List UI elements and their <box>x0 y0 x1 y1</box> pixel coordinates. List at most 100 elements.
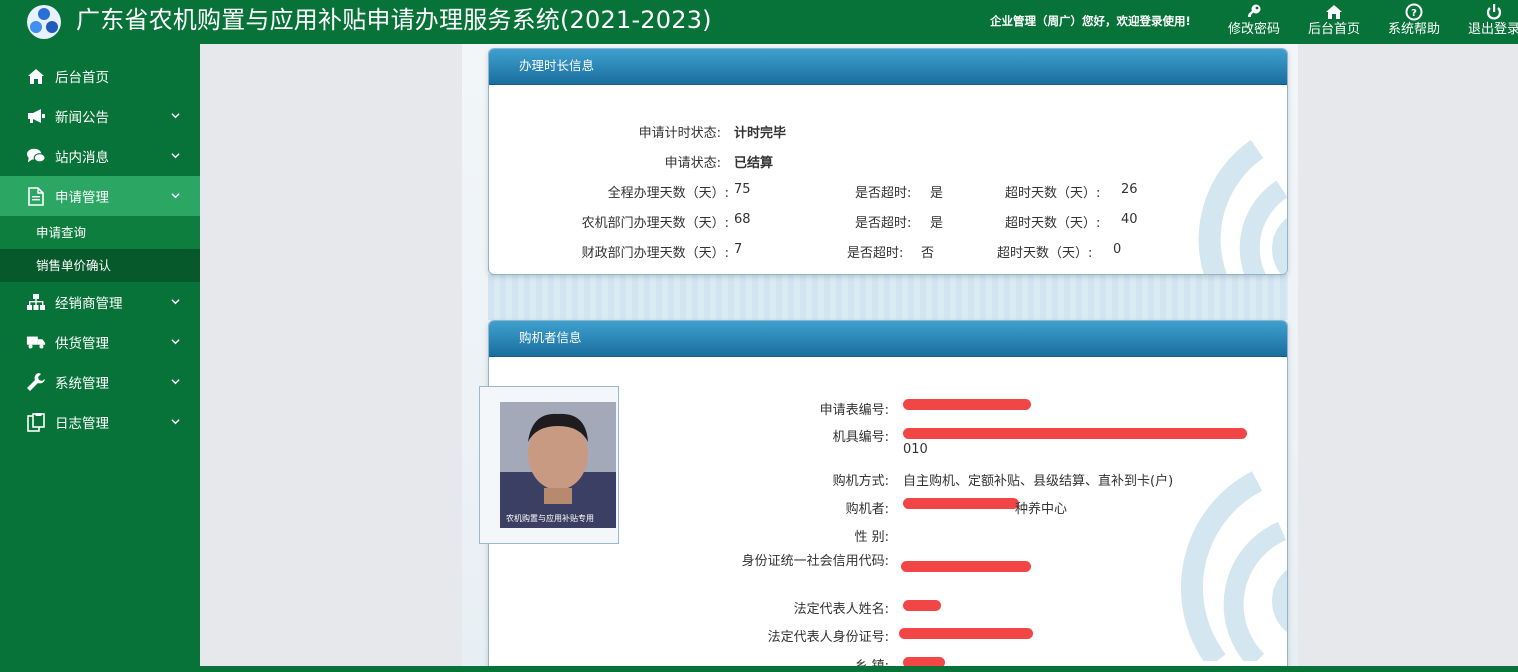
timer-status-label: 申请计时状态: <box>638 126 721 141</box>
sidebar-item-dealers[interactable]: 经销商管理 <box>0 282 200 322</box>
total-days-value: 75 <box>734 182 751 197</box>
chat-icon <box>26 146 46 166</box>
logout-label: 退出登录 <box>1467 22 1518 37</box>
sitemap-icon <box>26 292 46 312</box>
chevron-down-icon <box>171 419 180 425</box>
gender-label: 性 别: <box>854 530 889 545</box>
welcome-message: 企业管理（周广）您好，欢迎登录使用! <box>990 14 1191 28</box>
agri-over-days-value: 40 <box>1121 212 1138 227</box>
application-status-label: 申请状态: <box>664 156 721 171</box>
chevron-down-icon <box>171 299 180 305</box>
sidebar-item-label: 经销商管理 <box>55 296 123 312</box>
chevron-down-icon <box>171 113 180 119</box>
sidebar-item-supply[interactable]: 供货管理 <box>0 322 200 362</box>
sidebar-item-news[interactable]: 新闻公告 <box>0 96 200 136</box>
power-icon <box>1486 4 1502 20</box>
sidebar-item-system[interactable]: 系统管理 <box>0 362 200 402</box>
total-over-days-value: 26 <box>1121 182 1138 197</box>
svg-text:?: ? <box>1411 8 1417 19</box>
redaction-mark <box>903 657 945 666</box>
sidebar-item-label: 系统管理 <box>55 376 109 392</box>
buyer-label: 购机者: <box>845 502 889 517</box>
agri-overdue-label: 是否超时: <box>855 216 912 231</box>
buyer-value: 种养中心 <box>1015 502 1068 517</box>
agri-days-value: 68 <box>734 212 751 227</box>
application-status-value: 已结算 <box>734 156 774 171</box>
purchase-method-label: 购机方式: <box>832 474 889 489</box>
clipboard-icon <box>26 412 46 432</box>
purchase-method-value: 自主购机、定额补贴、县级结算、直补到卡(户) <box>903 474 1174 489</box>
dashboard-home-label: 后台首页 <box>1307 22 1360 37</box>
redaction-mark <box>903 600 941 611</box>
agri-days-label: 农机部门办理天数（天）: <box>581 216 729 231</box>
chevron-down-icon <box>171 193 180 199</box>
sidebar-item-label: 日志管理 <box>55 416 109 432</box>
sidebar-item-messages[interactable]: 站内消息 <box>0 136 200 176</box>
key-icon <box>1248 4 1261 17</box>
home-icon <box>26 66 46 86</box>
sidebar-item-applications[interactable]: 申请管理 <box>0 176 200 216</box>
home-icon <box>1326 5 1342 19</box>
panel-title: 购机者信息 <box>489 321 1287 357</box>
logout-button[interactable]: 退出登录 <box>1454 0 1518 44</box>
finance-over-days-value: 0 <box>1113 242 1122 257</box>
legal-rep-id-label: 法定代表人身份证号: <box>767 630 889 645</box>
sidebar-subitem-application-query[interactable]: 申请查询 <box>0 216 200 249</box>
timer-status-value: 计时完毕 <box>734 126 787 141</box>
top-header: 广东省农机购置与应用补贴申请办理服务系统(2021-2023) 企业管理（周广）… <box>0 0 1518 44</box>
finance-days-label: 财政部门办理天数（天）: <box>581 246 729 261</box>
sidebar-item-label: 供货管理 <box>55 336 109 352</box>
agri-over-days-label: 超时天数（天）: <box>1005 216 1101 231</box>
decorative-arcs-icon <box>1180 471 1287 661</box>
sidebar-item-home[interactable]: 后台首页 <box>0 56 200 96</box>
machine-number-tail: 010 <box>903 442 928 457</box>
sidebar-item-label: 新闻公告 <box>55 110 109 126</box>
redaction-mark <box>903 428 1247 439</box>
chevron-down-icon <box>171 379 180 385</box>
decorative-arcs-icon <box>1198 139 1287 274</box>
sidebar-item-label: 申请管理 <box>55 190 109 206</box>
decorative-wave-band <box>488 274 1288 320</box>
total-over-days-label: 超时天数（天）: <box>1005 186 1101 201</box>
app-logo-icon <box>27 5 61 39</box>
change-password-label: 修改密码 <box>1227 22 1280 37</box>
photo-watermark: 农机购置与应用补贴专用 <box>506 514 594 523</box>
app-title: 广东省农机购置与应用补贴申请办理服务系统(2021-2023) <box>76 6 712 34</box>
id-credit-code-label: 身份证统一社会信用代码: <box>741 554 889 569</box>
form-number-label: 申请表编号: <box>819 403 889 418</box>
person-photo-icon <box>500 402 616 528</box>
total-overdue-label: 是否超时: <box>855 186 912 201</box>
sidebar: 后台首页 新闻公告 站内消息 申请管理 申请查询 销售单价确认 经销商管理 供货… <box>0 44 200 672</box>
megaphone-icon <box>26 106 46 126</box>
wrench-icon <box>26 372 46 392</box>
bottom-border <box>200 666 1518 672</box>
chevron-down-icon <box>171 339 180 345</box>
help-icon: ? <box>1405 3 1423 21</box>
finance-over-days-label: 超时天数（天）: <box>997 246 1093 261</box>
buyer-photo-frame: 农机购置与应用补贴专用 <box>479 386 619 544</box>
finance-days-value: 7 <box>734 242 743 257</box>
truck-icon <box>26 332 46 352</box>
redaction-mark <box>903 399 1031 410</box>
agri-overdue-value: 是 <box>930 216 944 231</box>
redaction-mark <box>903 498 1019 509</box>
main-content: 办理时长信息 申请计时状态: 计时完毕 申请状态: 已结算 全程办理天数（天）:… <box>200 44 1518 666</box>
sidebar-item-logs[interactable]: 日志管理 <box>0 402 200 442</box>
system-help-button[interactable]: ? 系统帮助 <box>1374 0 1454 44</box>
sidebar-subitem-price-confirm[interactable]: 销售单价确认 <box>0 249 200 282</box>
finance-overdue-value: 否 <box>921 246 935 261</box>
sidebar-item-label: 后台首页 <box>55 70 109 86</box>
dashboard-home-button[interactable]: 后台首页 <box>1294 0 1374 44</box>
sidebar-item-label: 站内消息 <box>55 150 109 166</box>
duration-info-panel: 办理时长信息 申请计时状态: 计时完毕 申请状态: 已结算 全程办理天数（天）:… <box>488 48 1288 275</box>
chevron-down-icon <box>171 153 180 159</box>
header-actions: 修改密码 后台首页 ? 系统帮助 退出登录 <box>1214 0 1518 44</box>
legal-rep-name-label: 法定代表人姓名: <box>793 602 889 617</box>
system-help-label: 系统帮助 <box>1387 22 1440 37</box>
redaction-mark <box>899 628 1033 639</box>
finance-overdue-label: 是否超时: <box>847 246 904 261</box>
total-overdue-value: 是 <box>930 186 944 201</box>
machine-number-label: 机具编号: <box>832 430 889 445</box>
change-password-button[interactable]: 修改密码 <box>1214 0 1294 44</box>
buyer-photo: 农机购置与应用补贴专用 <box>500 402 616 528</box>
